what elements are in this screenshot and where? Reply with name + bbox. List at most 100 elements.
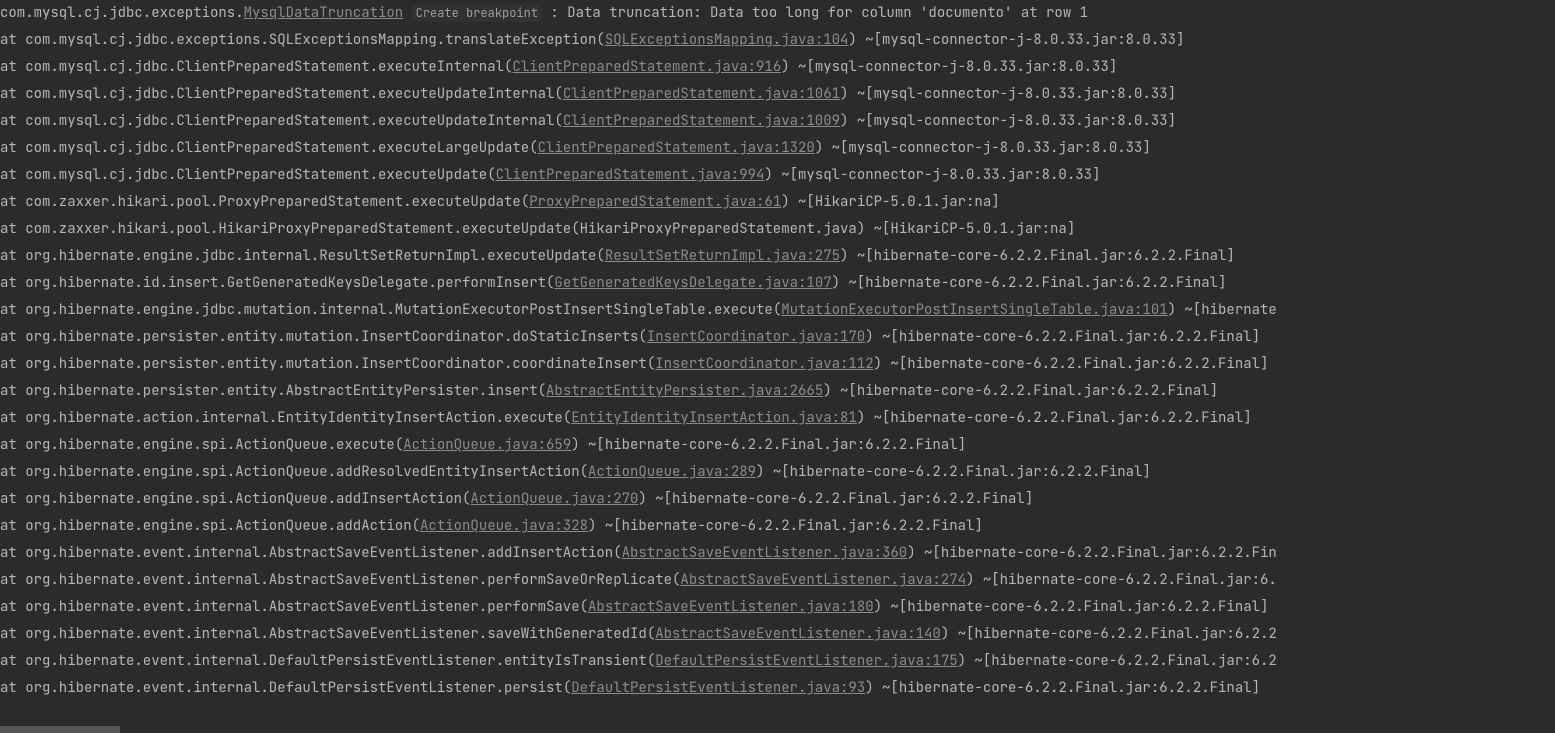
at-label: at	[0, 544, 25, 562]
frame-method: org.hibernate.event.internal.AbstractSav…	[25, 544, 613, 562]
frame-jar: ~[hibernate-core-6.2.2.Final.jar:6.	[974, 571, 1276, 589]
source-link[interactable]: ActionQueue.java:270	[470, 490, 638, 508]
source-link[interactable]: AbstractSaveEventListener.java:274	[680, 571, 966, 589]
exception-message: Data truncation: Data too long for colum…	[567, 4, 1088, 22]
at-label: at	[0, 193, 25, 211]
frame-jar: ~[hibernate-core-6.2.2.Final.jar:6.2.2.F…	[874, 328, 1260, 346]
frame-jar: ~[hibernate-core-6.2.2.Final.jar:6.2.2	[949, 625, 1277, 643]
frame-jar: ~[hibernate-core-6.2.2.Final.jar:6.2.2.F…	[840, 274, 1226, 292]
frame-jar: ~[HikariCP-5.0.1.jar:na]	[790, 193, 1000, 211]
stack-frame: at com.mysql.cj.jdbc.ClientPreparedState…	[0, 108, 1555, 135]
source-link[interactable]: DefaultPersistEventListener.java:93	[571, 679, 865, 697]
source-link[interactable]: ProxyPreparedStatement.java:61	[529, 193, 781, 211]
source-link[interactable]: AbstractSaveEventListener.java:140	[655, 625, 941, 643]
frame-jar: ~[hibernate-core-6.2.2.Final.jar:6.2.2.F…	[647, 490, 1033, 508]
at-label: at	[0, 139, 25, 157]
at-label: at	[0, 166, 25, 184]
stack-frame: at org.hibernate.engine.spi.ActionQueue.…	[0, 432, 1555, 459]
source-link[interactable]: EntityIdentityInsertAction.java:81	[571, 409, 857, 427]
source-link[interactable]: ClientPreparedStatement.java:1009	[563, 112, 840, 130]
frame-method: com.mysql.cj.jdbc.ClientPreparedStatemen…	[25, 58, 504, 76]
frame-method: org.hibernate.event.internal.DefaultPers…	[25, 679, 563, 697]
frame-jar: ~[mysql-connector-j-8.0.33.jar:8.0.33]	[790, 58, 1118, 76]
stack-frame: at org.hibernate.engine.jdbc.mutation.in…	[0, 297, 1555, 324]
frame-jar: ~[HikariCP-5.0.1.jar:na]	[865, 220, 1075, 238]
source-link[interactable]: AbstractSaveEventListener.java:360	[622, 544, 908, 562]
frame-jar: ~[hibernate-core-6.2.2.Final.jar:6.2.2.F…	[580, 436, 966, 454]
source-link[interactable]: SQLExceptionsMapping.java:104	[605, 31, 849, 49]
at-label: at	[0, 409, 25, 427]
source-link[interactable]: ActionQueue.java:328	[420, 517, 588, 535]
at-label: at	[0, 85, 25, 103]
source-link[interactable]: ActionQueue.java:289	[588, 463, 756, 481]
stack-frame: at org.hibernate.event.internal.Abstract…	[0, 540, 1555, 567]
stack-frame: at org.hibernate.event.internal.Abstract…	[0, 621, 1555, 648]
source-link[interactable]: DefaultPersistEventListener.java:175	[655, 652, 957, 670]
frame-jar: ~[hibernate-core-6.2.2.Final.jar:6.2.2.F…	[764, 463, 1150, 481]
source-link[interactable]: AbstractSaveEventListener.java:180	[588, 598, 874, 616]
at-label: at	[0, 598, 25, 616]
at-label: at	[0, 625, 25, 643]
stack-frame: at org.hibernate.persister.entity.mutati…	[0, 351, 1555, 378]
source-link[interactable]: ClientPreparedStatement.java:916	[512, 58, 781, 76]
frame-method: com.mysql.cj.jdbc.exceptions.SQLExceptio…	[25, 31, 596, 49]
source-link[interactable]: AbstractEntityPersister.java:2665	[546, 382, 823, 400]
source-link[interactable]: ResultSetReturnImpl.java:275	[605, 247, 840, 265]
create-breakpoint-button[interactable]: Create breakpoint	[412, 4, 542, 22]
exception-sep: :	[542, 4, 567, 22]
stack-frame: at com.mysql.cj.jdbc.ClientPreparedState…	[0, 81, 1555, 108]
frame-method: com.mysql.cj.jdbc.ClientPreparedStatemen…	[25, 166, 487, 184]
frame-jar: ~[hibernate-core-6.2.2.Final.jar:6.2.2.F…	[832, 382, 1218, 400]
stack-frame: at com.mysql.cj.jdbc.ClientPreparedState…	[0, 135, 1555, 162]
stack-frame: at org.hibernate.engine.spi.ActionQueue.…	[0, 459, 1555, 486]
source-link[interactable]: InsertCoordinator.java:170	[647, 328, 865, 346]
source-link[interactable]: InsertCoordinator.java:112	[655, 355, 873, 373]
exception-class-link[interactable]: MysqlDataTruncation	[244, 4, 404, 22]
source-link[interactable]: ClientPreparedStatement.java:1320	[538, 139, 815, 157]
stack-frame: at com.mysql.cj.jdbc.ClientPreparedState…	[0, 162, 1555, 189]
stack-frame: at org.hibernate.engine.jdbc.internal.Re…	[0, 243, 1555, 270]
frame-method: org.hibernate.id.insert.GetGeneratedKeys…	[25, 274, 546, 292]
frame-method: com.mysql.cj.jdbc.ClientPreparedStatemen…	[25, 85, 554, 103]
at-label: at	[0, 274, 25, 292]
frame-method: org.hibernate.persister.entity.mutation.…	[25, 328, 638, 346]
frame-jar: ~[mysql-connector-j-8.0.33.jar:8.0.33]	[773, 166, 1101, 184]
stack-frame: at org.hibernate.id.insert.GetGeneratedK…	[0, 270, 1555, 297]
at-label: at	[0, 112, 25, 130]
frame-jar: ~[mysql-connector-j-8.0.33.jar:8.0.33]	[857, 31, 1185, 49]
frame-method: org.hibernate.engine.spi.ActionQueue.add…	[25, 517, 411, 535]
frame-method: org.hibernate.event.internal.AbstractSav…	[25, 625, 647, 643]
frame-jar: ~[mysql-connector-j-8.0.33.jar:8.0.33]	[848, 112, 1176, 130]
frame-method: com.mysql.cj.jdbc.ClientPreparedStatemen…	[25, 112, 554, 130]
frame-jar: ~[mysql-connector-j-8.0.33.jar:8.0.33]	[823, 139, 1151, 157]
source-link[interactable]: ClientPreparedStatement.java:1061	[563, 85, 840, 103]
frame-jar: ~[hibernate-core-6.2.2.Final.jar:6.2.2.F…	[865, 409, 1251, 427]
frame-method: com.mysql.cj.jdbc.ClientPreparedStatemen…	[25, 139, 529, 157]
frame-method: org.hibernate.persister.entity.mutation.…	[25, 355, 647, 373]
console-output: com.mysql.cj.jdbc.exceptions.MysqlDataTr…	[0, 0, 1555, 702]
frame-method: org.hibernate.engine.jdbc.internal.Resul…	[25, 247, 596, 265]
source-link[interactable]: MutationExecutorPostInsertSingleTable.ja…	[781, 301, 1167, 319]
frame-method: com.zaxxer.hikari.pool.HikariProxyPrepar…	[25, 220, 571, 238]
stack-frame: at org.hibernate.persister.entity.mutati…	[0, 324, 1555, 351]
frame-method: org.hibernate.engine.spi.ActionQueue.exe…	[25, 436, 395, 454]
exception-prefix: com.mysql.cj.jdbc.exceptions.	[0, 4, 244, 22]
at-label: at	[0, 436, 25, 454]
at-label: at	[0, 301, 25, 319]
at-label: at	[0, 247, 25, 265]
at-label: at	[0, 31, 25, 49]
source-link[interactable]: GetGeneratedKeysDelegate.java:107	[554, 274, 831, 292]
source-link[interactable]: ClientPreparedStatement.java:994	[496, 166, 765, 184]
stack-frame: at org.hibernate.engine.spi.ActionQueue.…	[0, 486, 1555, 513]
frame-method: com.zaxxer.hikari.pool.ProxyPreparedStat…	[25, 193, 521, 211]
stack-frame: at com.mysql.cj.jdbc.exceptions.SQLExcep…	[0, 27, 1555, 54]
at-label: at	[0, 463, 25, 481]
stack-frame: at org.hibernate.event.internal.Abstract…	[0, 594, 1555, 621]
at-label: at	[0, 517, 25, 535]
exception-line: com.mysql.cj.jdbc.exceptions.MysqlDataTr…	[0, 0, 1555, 27]
source-link[interactable]: ActionQueue.java:659	[403, 436, 571, 454]
horizontal-scrollbar-thumb[interactable]	[0, 726, 120, 733]
stack-frame: at org.hibernate.event.internal.DefaultP…	[0, 675, 1555, 702]
stack-frame: at com.zaxxer.hikari.pool.ProxyPreparedS…	[0, 189, 1555, 216]
frame-jar: ~[hibernate-core-6.2.2.Final.jar:6.2	[966, 652, 1277, 670]
